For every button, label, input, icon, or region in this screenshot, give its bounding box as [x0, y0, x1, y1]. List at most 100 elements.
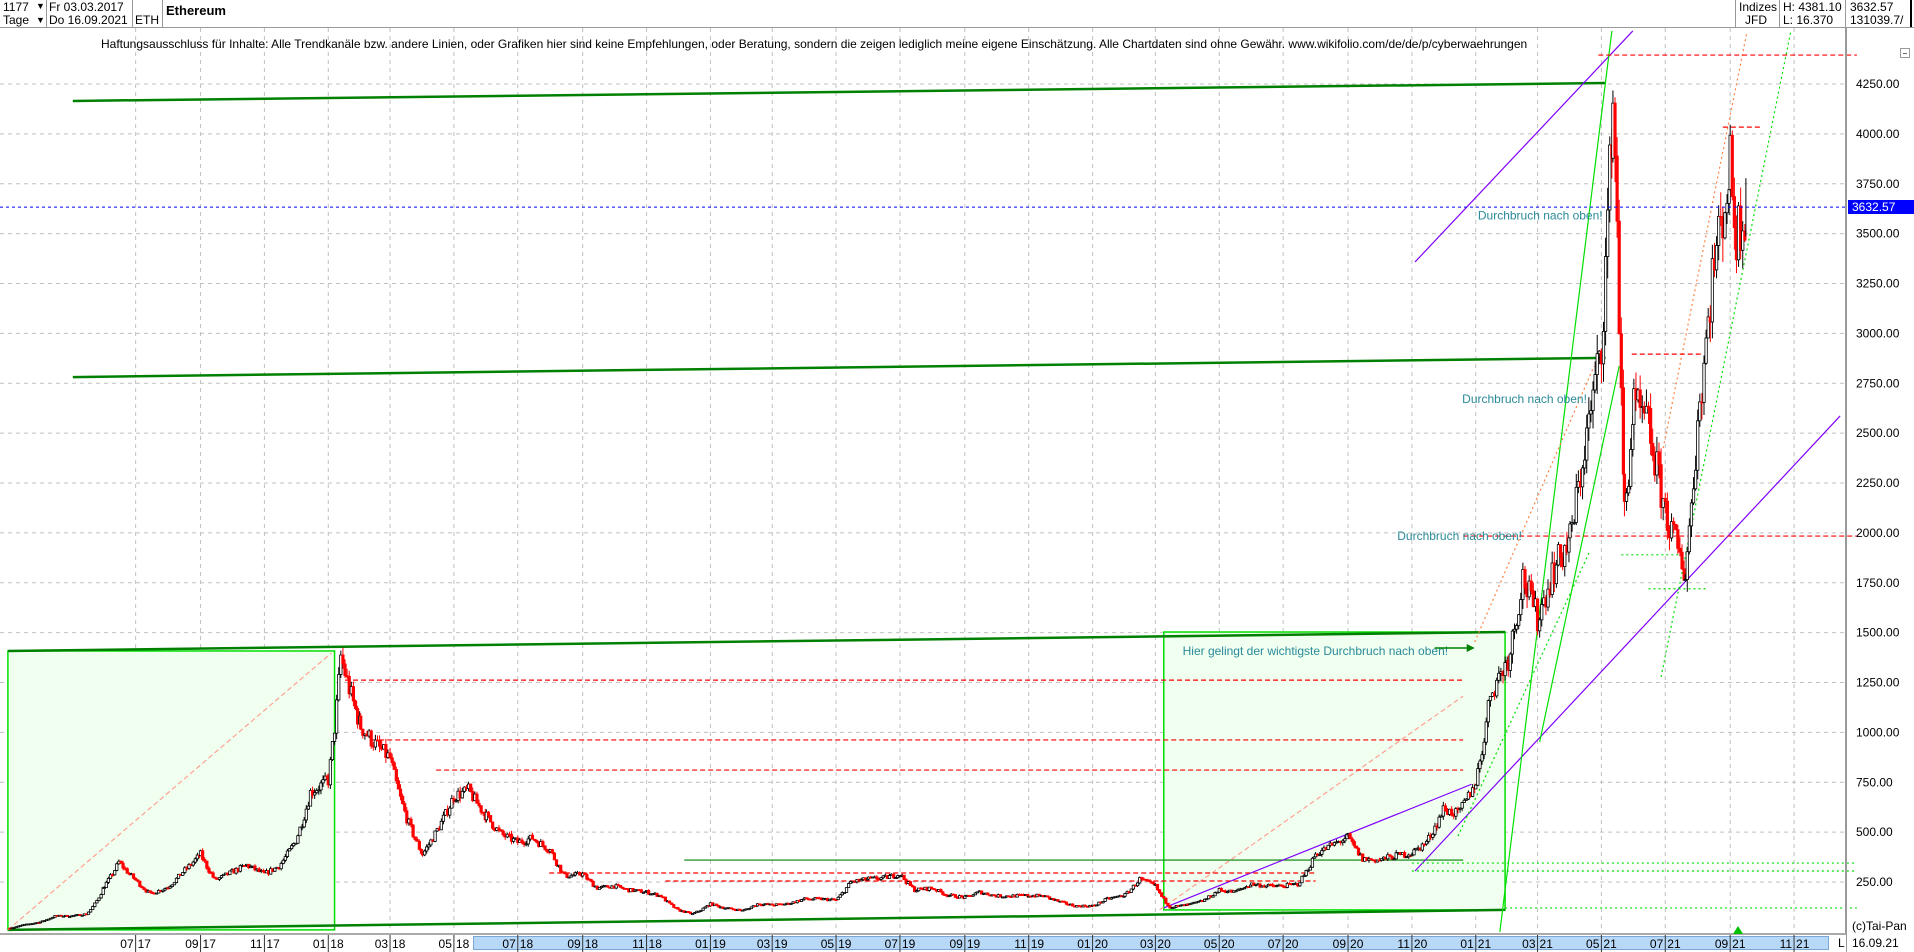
candle-up — [887, 875, 892, 879]
candle-up — [1687, 525, 1691, 553]
period-select[interactable]: Tage — [3, 14, 29, 27]
candle-up — [1484, 721, 1488, 743]
candle-up — [1488, 695, 1493, 702]
x-tick-label: 09 — [567, 937, 581, 951]
candle-up — [332, 732, 337, 742]
x-tick-label: 05 — [439, 937, 453, 951]
annotation-text: Durchbruch nach oben! — [1462, 392, 1587, 406]
candle-down — [201, 850, 205, 860]
candle-up — [191, 861, 195, 866]
candle-up — [1478, 760, 1482, 769]
x-tick-label: 09 — [1333, 937, 1347, 951]
x-tick-label: 01 — [1077, 937, 1091, 951]
date-range[interactable]: Fr 03.03.2017 Do 16.09.2021 — [47, 0, 133, 27]
candle-up — [1424, 840, 1429, 845]
trend-line — [72, 356, 1606, 379]
end-date[interactable]: Do 16.09.2021 — [49, 14, 128, 27]
y-tick-label: 1500.00 — [1856, 626, 1900, 640]
count-select[interactable]: 1177 ▼ Tage ▼ — [0, 0, 47, 27]
x-tick-label: 07 — [120, 937, 134, 951]
candle-up — [1308, 866, 1312, 871]
candle-up — [1476, 768, 1480, 786]
copyright: (c)Tai-Pan — [1852, 919, 1907, 933]
candle-down — [131, 873, 136, 879]
x-tick-label: 07 — [1268, 937, 1282, 951]
candle-up — [1685, 551, 1689, 580]
candle-up — [104, 881, 108, 888]
candle-up — [1310, 857, 1315, 868]
candle-up — [1517, 614, 1521, 627]
candle-down — [138, 880, 142, 887]
x-tick-label: 20 — [1350, 937, 1364, 951]
candle-up — [1320, 850, 1324, 855]
candle-down — [501, 830, 505, 836]
x-tick-label: 20 — [1414, 937, 1428, 951]
candle-up — [298, 826, 302, 837]
candle-down — [353, 700, 358, 709]
candle-up — [460, 790, 464, 799]
candle-down — [1651, 442, 1655, 457]
header-divider — [0, 27, 1914, 28]
candle-down — [1558, 544, 1563, 558]
y-axis: 250.00 500.00 750.00 1000.00 1250.00 1500.00 1… — [1856, 77, 1900, 889]
low-value: L: 16.370 — [1783, 13, 1834, 27]
candle-up — [1129, 888, 1133, 893]
x-tick-label: 17 — [203, 937, 217, 951]
candle-up — [279, 863, 283, 870]
scale-mode-button[interactable]: L — [1838, 936, 1845, 950]
candle-up — [99, 894, 103, 899]
x-tick-label: 05 — [1204, 937, 1218, 951]
candle-up — [1540, 604, 1544, 621]
x-tick-label: 09 — [1715, 937, 1729, 951]
y-tick-label: 3250.00 — [1856, 277, 1900, 291]
candle-down — [392, 762, 396, 770]
y-tick-label: 3500.00 — [1856, 227, 1900, 241]
candle-up — [1717, 215, 1721, 246]
candle-up — [113, 870, 117, 876]
candle-up — [1508, 653, 1512, 671]
trend-line — [1414, 30, 1634, 263]
candle-up — [91, 906, 95, 910]
candle-up — [1437, 816, 1441, 828]
candle-down — [1730, 134, 1734, 197]
exchange-cell: Indizes JFD — [1735, 0, 1780, 27]
candle-up — [302, 819, 306, 828]
annotation-text: Durchbruch nach oben! — [1478, 209, 1603, 223]
y-tick-label: 1250.00 — [1856, 676, 1900, 690]
candle-down — [1621, 387, 1625, 475]
candle-up — [281, 859, 285, 864]
candle-up — [423, 850, 427, 856]
x-tick-label: 18 — [520, 937, 534, 951]
candle-up — [228, 870, 232, 876]
candle-up — [1691, 488, 1696, 504]
highlight-box — [1163, 631, 1506, 911]
candle-up — [1704, 337, 1708, 364]
x-tick-label: 21 — [1478, 937, 1492, 951]
candle-up — [1495, 679, 1499, 697]
minus-icon[interactable] — [1900, 48, 1910, 58]
candle-up — [1606, 209, 1610, 257]
candle-down — [1160, 892, 1164, 897]
candle-up — [304, 808, 308, 821]
candle-down — [1674, 523, 1678, 531]
candle-up — [1601, 330, 1606, 365]
candle-down — [530, 834, 535, 840]
x-tick-label: 05 — [821, 937, 835, 951]
x-tick-label: 21 — [1540, 937, 1554, 951]
candle-up — [1480, 754, 1484, 762]
candle-down — [1672, 521, 1676, 525]
candle-down — [341, 654, 345, 665]
candle-up — [1123, 893, 1127, 897]
x-tick-label: 19 — [838, 937, 852, 951]
candle-up — [1589, 410, 1593, 415]
x-tick-label: 21 — [1667, 937, 1681, 951]
candle-up — [115, 863, 119, 871]
candle-down — [401, 795, 405, 805]
candle-up — [1587, 413, 1591, 429]
annotation-text: Hier gelingt der wichtigste Durchbruch n… — [1183, 644, 1448, 658]
candle-up — [1603, 256, 1608, 332]
trend-line — [72, 81, 1606, 103]
y-tick-label: 3000.00 — [1856, 326, 1900, 340]
price-chart[interactable]: Durchbruch nach oben! Durchbruch nach obe… — [0, 0, 1914, 952]
candle-up — [1486, 700, 1490, 723]
